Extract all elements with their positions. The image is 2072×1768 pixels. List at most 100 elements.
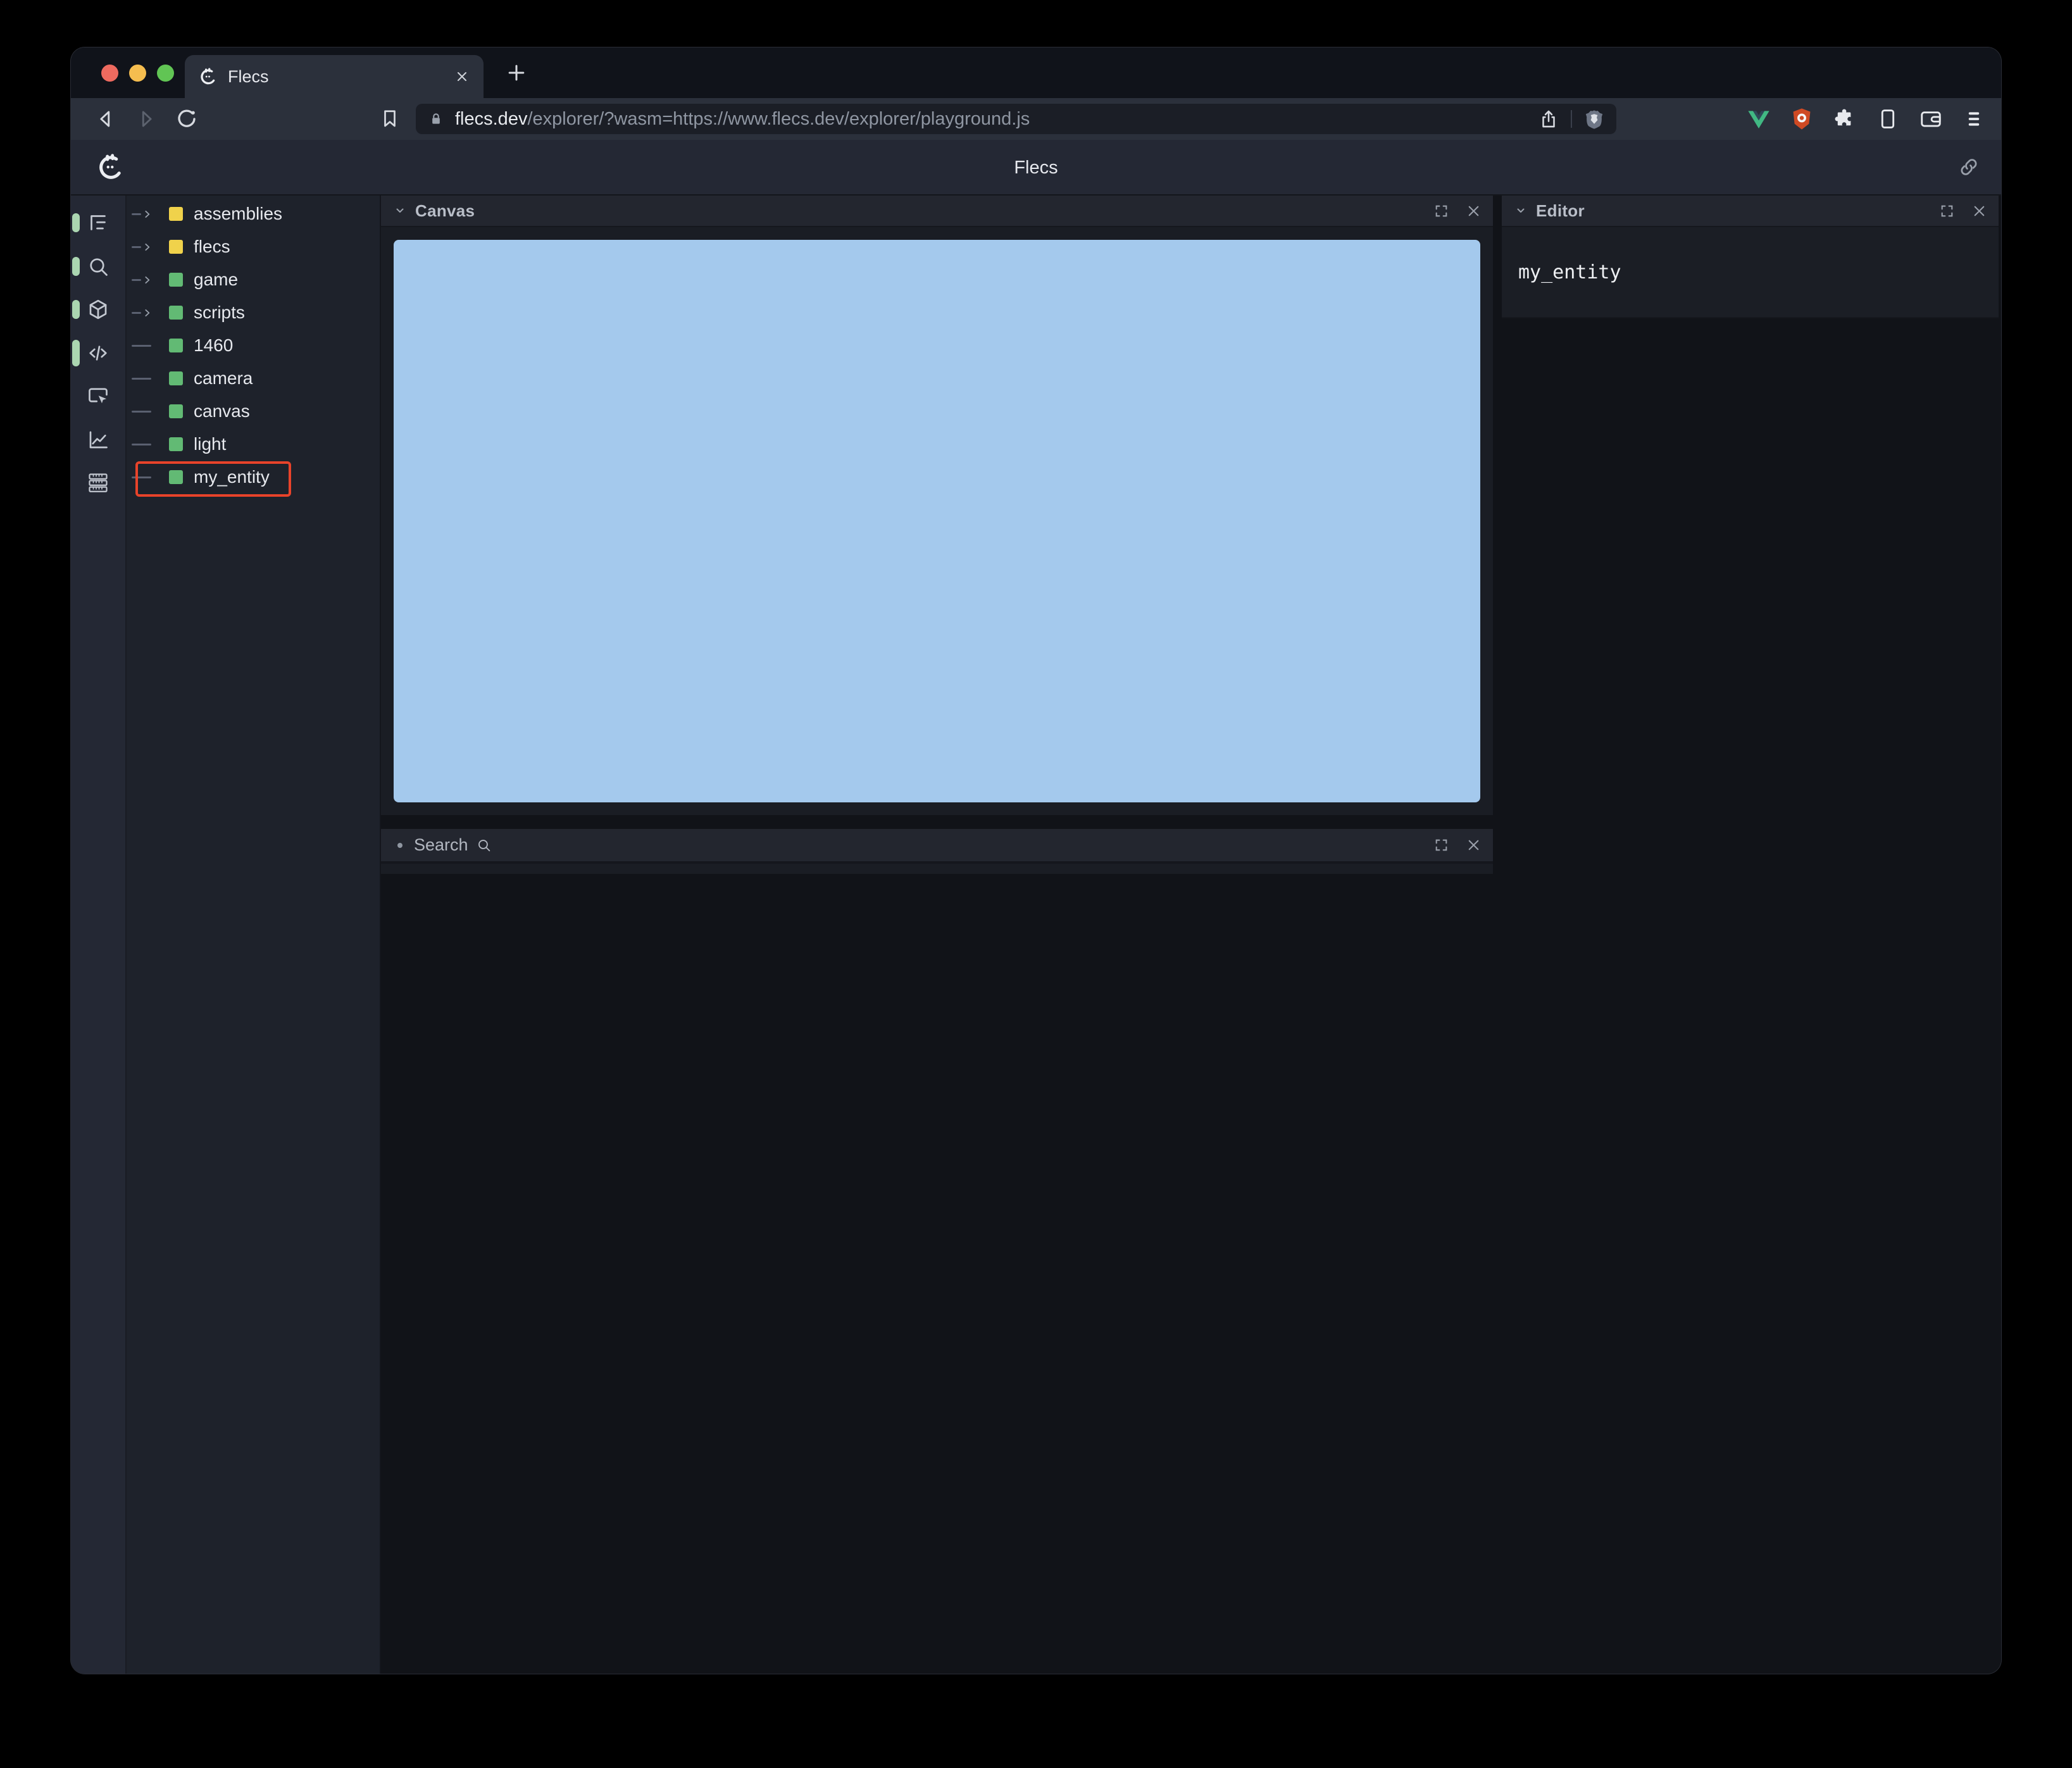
leaf-dash — [130, 410, 169, 413]
sidebar-toggle-icon[interactable] — [1876, 107, 1900, 131]
new-tab-button[interactable] — [504, 60, 529, 85]
tab-title: Flecs — [228, 66, 269, 86]
tree-item-flecs[interactable]: flecs — [127, 230, 380, 263]
sidebar-tables-icon[interactable] — [71, 461, 125, 505]
menu-icon[interactable] — [1962, 107, 1986, 131]
entity-color-swatch — [169, 273, 183, 287]
leaf-dash — [130, 377, 169, 380]
sidebar-query-search-icon[interactable] — [71, 245, 125, 289]
canvas-panel-header: Canvas — [381, 196, 1493, 227]
tree-item-camera[interactable]: camera — [127, 362, 380, 395]
expand-arrow-icon[interactable] — [130, 209, 169, 220]
entity-color-swatch — [169, 240, 183, 254]
entity-color-swatch — [169, 404, 183, 418]
tab-close-icon[interactable] — [454, 69, 470, 84]
sidebar-statistics-icon[interactable] — [71, 418, 125, 462]
vue-devtools-icon[interactable] — [1747, 107, 1771, 131]
tree-item-label: game — [194, 270, 239, 289]
fullscreen-icon[interactable] — [1939, 203, 1955, 219]
wallet-icon[interactable] — [1919, 107, 1943, 131]
browser-tab-bar: Flecs — [71, 47, 2001, 98]
editor-code-text: my_entity — [1518, 261, 1621, 283]
traffic-lights — [101, 47, 174, 98]
expand-arrow-icon[interactable] — [130, 308, 169, 318]
share-link-icon[interactable] — [1958, 156, 1980, 178]
entity-color-swatch — [169, 339, 183, 352]
editor-panel-title: Editor — [1536, 201, 1585, 220]
tree-item-label: scripts — [194, 302, 245, 322]
sidebar-inspect-icon[interactable] — [71, 375, 125, 418]
leaf-dash — [130, 344, 169, 347]
search-panel-body — [381, 862, 1493, 874]
reload-icon[interactable] — [175, 107, 199, 131]
flecs-explorer-app: Flecs assemblies flecs game scripts 1460 came… — [71, 140, 2001, 1674]
close-icon[interactable] — [1971, 203, 1987, 219]
canvas-surface[interactable] — [394, 240, 1480, 802]
fullscreen-icon[interactable] — [1433, 837, 1449, 853]
flecs-favicon — [199, 67, 218, 86]
entity-color-swatch — [169, 207, 183, 221]
browser-window: Flecs flecs.dev/explorer/?wasm=https://w… — [71, 47, 2001, 1674]
tree-item-light[interactable]: light — [127, 428, 380, 461]
active-indicator — [72, 213, 80, 233]
active-indicator — [72, 300, 80, 320]
leaf-dash — [130, 443, 169, 445]
extensions-puzzle-icon[interactable] — [1833, 107, 1857, 131]
share-icon[interactable] — [1538, 108, 1559, 130]
close-icon[interactable] — [1466, 837, 1482, 853]
expand-arrow-icon[interactable] — [130, 242, 169, 252]
canvas-content — [381, 227, 1493, 815]
page-title: Flecs — [1014, 157, 1058, 178]
browser-tab[interactable]: Flecs — [185, 55, 484, 98]
editor-panel-header: Editor — [1502, 196, 1999, 227]
entity-color-swatch — [169, 470, 183, 484]
search-bar[interactable]: Search — [381, 829, 1493, 862]
tree-item-label: canvas — [194, 401, 250, 421]
tree-item-assemblies[interactable]: assemblies — [127, 197, 380, 230]
urlbar-divider — [1571, 110, 1572, 128]
chevron-down-icon[interactable] — [392, 203, 408, 218]
tree-item-label: assemblies — [194, 204, 283, 223]
window-minimize-button[interactable] — [129, 64, 146, 82]
back-icon[interactable] — [94, 107, 118, 131]
tree-item-canvas[interactable]: canvas — [127, 395, 380, 428]
browser-toolbar: flecs.dev/explorer/?wasm=https://www.fle… — [71, 98, 2001, 140]
tree-item-scripts[interactable]: scripts — [127, 296, 380, 329]
active-indicator — [72, 339, 80, 366]
canvas-panel: Canvas — [381, 196, 1493, 815]
window-close-button[interactable] — [101, 64, 118, 82]
entity-tree-panel: assemblies flecs game scripts 1460 camera canv… — [127, 196, 381, 1674]
tree-item-1460[interactable]: 1460 — [127, 329, 380, 362]
app-header: Flecs — [71, 140, 2001, 196]
fullscreen-icon[interactable] — [1433, 203, 1449, 219]
tree-item-game[interactable]: game — [127, 263, 380, 296]
sidebar-entities-tree-icon[interactable] — [71, 201, 125, 245]
expand-arrow-icon[interactable] — [130, 275, 169, 285]
address-bar[interactable]: flecs.dev/explorer/?wasm=https://www.fle… — [416, 104, 1616, 134]
drag-dot-icon — [397, 842, 403, 848]
left-icon-rail — [71, 196, 127, 1674]
active-indicator — [72, 256, 80, 276]
forward-icon[interactable] — [134, 107, 158, 131]
main-area: Canvas Search Editor my_entity — [381, 196, 2001, 1674]
canvas-panel-title: Canvas — [415, 201, 475, 220]
tree-item-label: light — [194, 434, 227, 454]
chevron-down-icon[interactable] — [1513, 203, 1528, 218]
search-icon — [476, 837, 492, 853]
entity-color-swatch — [169, 371, 183, 385]
tree-item-my_entity[interactable]: my_entity — [127, 461, 380, 497]
sidebar-components-cube-icon[interactable] — [71, 288, 125, 332]
shield-extension-icon[interactable] — [1790, 107, 1814, 131]
tree-item-label: my_entity — [194, 467, 270, 487]
editor-panel: Editor my_entity — [1502, 196, 1999, 318]
bookmark-icon[interactable] — [378, 107, 401, 130]
sidebar-code-icon[interactable] — [71, 332, 125, 375]
leaf-dash — [130, 476, 169, 478]
tree-item-label: 1460 — [194, 335, 234, 355]
window-zoom-button[interactable] — [157, 64, 174, 82]
search-placeholder: Search — [414, 835, 468, 854]
brave-shields-icon[interactable] — [1583, 108, 1605, 130]
close-icon[interactable] — [1466, 203, 1482, 219]
editor-code-area[interactable]: my_entity — [1502, 227, 1999, 318]
search-panel: Search — [381, 829, 1493, 874]
